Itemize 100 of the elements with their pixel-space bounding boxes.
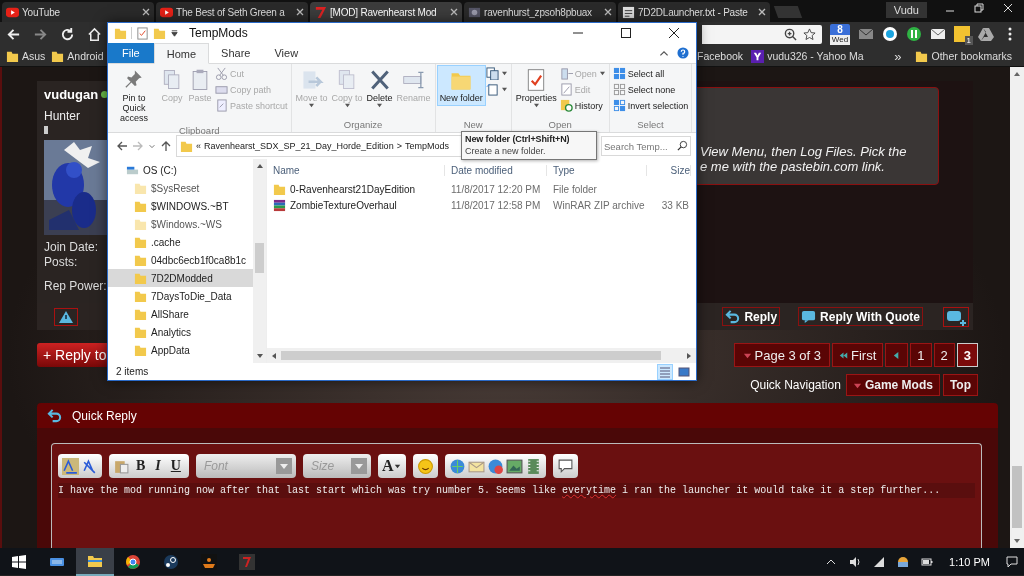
page-selector[interactable]: Page 3 of 3 <box>733 343 830 368</box>
tree-item[interactable]: AllShare <box>108 305 253 323</box>
zoom-icon[interactable] <box>784 27 797 41</box>
mail-icon[interactable] <box>930 26 946 42</box>
pause-icon[interactable] <box>906 26 922 42</box>
star-icon[interactable] <box>803 27 816 41</box>
browser-tab[interactable]: 7D2DLauncher.txt - Paste <box>618 2 770 22</box>
scroll-thumb[interactable] <box>281 351 661 360</box>
close-icon[interactable] <box>296 8 304 16</box>
tree-item[interactable]: $SysReset <box>108 179 253 197</box>
italic-button[interactable]: I <box>151 458 165 474</box>
drive-icon[interactable] <box>978 26 994 42</box>
image-icon[interactable] <box>506 457 524 475</box>
ribbon-tab[interactable]: Home <box>153 43 210 64</box>
bookmark-folder[interactable]: Other bookmarks <box>915 49 1012 63</box>
file-name[interactable]: ZombieTextureOverhaul <box>267 198 445 212</box>
bookmark[interactable]: Android <box>51 49 104 63</box>
tree-item[interactable]: OS (C:) <box>108 161 253 179</box>
ribbon-button[interactable]: Delete <box>364 66 395 110</box>
restore-icon[interactable] <box>974 3 984 13</box>
globe-icon[interactable] <box>449 457 467 475</box>
close-icon[interactable] <box>142 8 150 16</box>
speaker-icon[interactable] <box>849 555 862 568</box>
first-page-link[interactable]: First <box>832 343 884 368</box>
search-field[interactable]: Search Temp... <box>601 136 691 156</box>
ribbon-button[interactable]: Properties <box>513 66 559 110</box>
ribbon-button[interactable]: New folder <box>437 66 485 105</box>
column-header[interactable]: Size <box>647 164 691 176</box>
bookmark[interactable]: Facebook <box>697 50 744 62</box>
ribbon-button[interactable] <box>484 66 509 81</box>
reply-button[interactable]: Reply <box>722 307 781 327</box>
scrollbar[interactable] <box>267 348 696 363</box>
notifications-icon[interactable] <box>1006 555 1018 568</box>
bookmark[interactable]: Asus <box>6 49 46 63</box>
ribbon-tab[interactable]: File <box>108 43 154 63</box>
scrollbar[interactable] <box>1010 67 1024 548</box>
file-explorer-taskbar-button[interactable] <box>76 547 114 576</box>
clock[interactable]: 1:10 PM <box>949 555 990 568</box>
tree-item[interactable]: 04dbc6ecb1f0ca8b1c <box>108 251 253 269</box>
page-number-link[interactable]: 3 <box>956 343 978 368</box>
tree-item[interactable]: $Windows.~WS <box>108 215 253 233</box>
text-format-icon[interactable] <box>62 457 79 475</box>
file-name[interactable]: 0-Ravenhearst21DayEdition <box>267 182 445 196</box>
close-icon[interactable] <box>758 8 766 16</box>
tree-item[interactable]: AppData <box>108 341 253 359</box>
username[interactable]: vudugan <box>44 87 99 102</box>
chat-icon[interactable] <box>882 26 898 42</box>
notes-extension[interactable]: 1 <box>954 26 970 42</box>
help-icon[interactable] <box>677 47 689 59</box>
bookmarks-overflow[interactable]: » <box>894 48 902 64</box>
tree-item[interactable]: Analytics <box>108 323 253 341</box>
up-icon[interactable] <box>160 140 172 152</box>
page-number-link[interactable]: 1 <box>910 343 932 368</box>
tree-item[interactable]: $WINDOWS.~BT <box>108 197 253 215</box>
browser-tab[interactable]: YouTube <box>2 2 154 22</box>
ribbon-tab[interactable]: Share <box>209 43 263 63</box>
reply-with-quote-button[interactable]: Reply With Quote <box>798 307 923 327</box>
ribbon-button[interactable]: History <box>558 98 607 113</box>
column-header[interactable]: Name <box>267 164 445 176</box>
remove-format-icon[interactable] <box>81 457 98 475</box>
ribbon-button[interactable]: Pin to Quick access <box>110 66 158 125</box>
smiley-button[interactable] <box>413 454 439 478</box>
reply-text-field[interactable]: I have the mod running now after that last start which was try number 5. Seems like everytime i ran the launcher it would take it a step further... <box>58 483 975 498</box>
close-icon[interactable] <box>1003 3 1013 13</box>
text-color-button[interactable]: A <box>377 454 407 478</box>
column-header[interactable]: Date modified <box>445 164 547 176</box>
forum-jump-button[interactable]: Game Mods <box>845 374 940 397</box>
close-icon[interactable] <box>450 8 458 16</box>
bold-button[interactable]: B <box>132 458 150 474</box>
battery-icon[interactable] <box>921 555 934 568</box>
quote-button[interactable] <box>553 454 579 478</box>
tree-item[interactable]: 7D2DModded <box>108 269 253 287</box>
scrollbar[interactable] <box>253 159 266 363</box>
weather-icon[interactable] <box>897 555 910 568</box>
page-number-link[interactable]: 2 <box>933 343 955 368</box>
search-icon[interactable] <box>677 140 688 151</box>
previous-page-button[interactable] <box>885 343 909 368</box>
tree-item[interactable]: 7DaysToDie_Data <box>108 287 253 305</box>
ribbon-tab[interactable]: View <box>262 43 311 63</box>
home-icon[interactable] <box>87 26 102 42</box>
browser-tab[interactable]: [MOD] Ravenhearst Mod <box>310 2 462 22</box>
bookmark[interactable]: vudu326 - Yahoo Ma <box>751 49 864 63</box>
browser-tab[interactable]: The Best of Seth Green a <box>156 2 308 22</box>
profile-button[interactable]: Vudu <box>885 1 927 18</box>
underline-button[interactable]: U <box>166 458 185 474</box>
warning-icon[interactable] <box>54 307 78 326</box>
ribbon-button[interactable] <box>484 82 509 97</box>
reload-icon[interactable] <box>60 26 75 42</box>
close-icon[interactable] <box>604 8 612 16</box>
address-bar[interactable] <box>702 24 822 44</box>
large-icons-view-icon[interactable] <box>677 364 691 379</box>
ribbon-button[interactable]: Select all <box>611 66 690 81</box>
back-icon[interactable] <box>116 140 128 152</box>
ribbon-button[interactable]: Invert selection <box>611 98 690 113</box>
calendar-extension[interactable]: 8 Wed <box>830 23 850 45</box>
tree-item[interactable]: .cache <box>108 233 253 251</box>
back-icon[interactable] <box>6 26 21 42</box>
caret-icon[interactable] <box>170 28 179 38</box>
wifi-icon[interactable] <box>873 555 886 568</box>
ribbon-button[interactable]: Select none <box>611 82 690 97</box>
